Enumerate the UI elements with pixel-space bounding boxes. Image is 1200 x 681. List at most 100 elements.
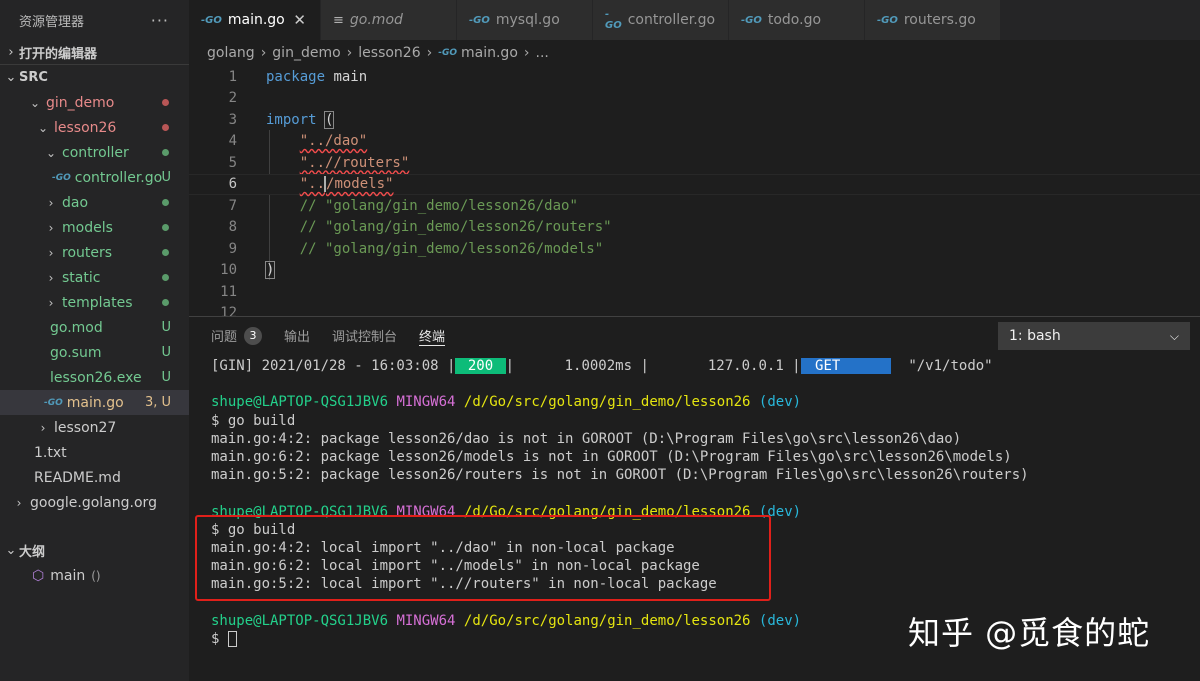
comment-models: // "golang/gin_demo/lesson26/models"	[299, 240, 604, 257]
git-status-dot	[162, 199, 169, 206]
go-file-icon: -GO	[201, 14, 222, 26]
keyword-package: package	[266, 68, 326, 85]
tree-item[interactable]: › models	[0, 215, 189, 240]
open-editors-section[interactable]: › 打开的编辑器	[0, 40, 189, 65]
tab-todo-go[interactable]: -GO todo.go	[729, 0, 865, 40]
prompt-env: MINGW64	[396, 612, 456, 629]
prompt-user: shupe@LAPTOP-QSG1JBV6	[211, 503, 389, 520]
keyword-import: import	[266, 111, 317, 128]
chevron-right-icon: ›	[48, 270, 54, 285]
tree-item[interactable]: › static	[0, 265, 189, 290]
tree-item[interactable]: -GO controller.go U	[0, 165, 189, 190]
code-editor[interactable]: 1 package main 2 3 import ( 4 "../dao" 5…	[189, 66, 1200, 316]
import-models-part1: "..	[299, 176, 326, 193]
go-file-icon: -GO	[469, 14, 490, 26]
tab-go-mod[interactable]: ≡ go.mod	[321, 0, 457, 40]
line-number: 8	[228, 219, 237, 236]
breadcrumb-item[interactable]: ...	[536, 45, 549, 61]
tab-main-go[interactable]: -GO main.go ✕	[189, 0, 321, 40]
close-icon[interactable]: ✕	[293, 11, 306, 29]
tab-debug-console-label: 调试控制台	[332, 330, 398, 345]
terminal-prompt-line: shupe@LAPTOP-QSG1JBV6 MINGW64 /d/Go/src/…	[211, 503, 1191, 521]
tree-item[interactable]: ⌄ controller	[0, 140, 189, 165]
cube-icon: ⬡	[32, 567, 45, 584]
terminal-select[interactable]: 1: bash ⌵	[998, 322, 1190, 350]
tab-label: mysql.go	[495, 12, 560, 28]
chevron-down-icon: ⌄	[29, 95, 41, 110]
explorer-header: 资源管理器 ···	[0, 0, 189, 40]
src-folder-label: SRC	[19, 70, 48, 85]
terminal-output[interactable]: [GIN] 2021/01/28 - 16:03:08 | 200 | 1.00…	[211, 357, 1191, 648]
chevron-right-icon: ›	[346, 45, 353, 61]
tab-debug-console[interactable]: 调试控制台	[332, 317, 397, 354]
tree-item-label: 1.txt	[34, 444, 67, 461]
outline-header[interactable]: ⌄ 大纲	[0, 538, 189, 563]
git-status-dot	[162, 224, 169, 231]
gin-method-get: GET	[800, 358, 892, 374]
tree-item[interactable]: lesson26.exe U	[0, 365, 189, 390]
git-status-badge: U	[161, 345, 171, 360]
src-folder-section[interactable]: ⌄ SRC	[0, 65, 189, 90]
tab-routers-go[interactable]: -GO routers.go	[865, 0, 1001, 40]
tab-label: go.mod	[349, 12, 403, 28]
tree-item-label: dao	[62, 194, 89, 211]
tree-item[interactable]: › google.golang.org	[0, 490, 189, 515]
code-line: 3 import (	[189, 109, 1200, 131]
git-status-dot	[162, 249, 169, 256]
terminal-error-line: main.go:5:2: local import "..//routers" …	[211, 576, 717, 593]
tab-controller-go[interactable]: -GO controller.go	[593, 0, 729, 40]
file-tree: ⌄ gin_demo ⌄ lesson26 ⌄ controller -GO controll…	[0, 90, 189, 515]
code-line: 8 // "golang/gin_demo/lesson26/routers"	[189, 217, 1200, 239]
tree-item[interactable]: go.sum U	[0, 340, 189, 365]
git-status-badge: U	[161, 170, 171, 185]
chevron-right-icon: ›	[48, 245, 54, 260]
go-file-icon: -GO	[438, 48, 457, 58]
outline-item-main[interactable]: ⬡ main ()	[0, 563, 189, 588]
breadcrumb-item[interactable]: gin_demo	[272, 45, 340, 61]
chevron-right-icon: ›	[16, 495, 22, 510]
terminal-command-line: $ go build	[211, 412, 296, 429]
editor-tab-bar: -GO main.go ✕ ≡ go.mod -GO mysql.go -GO controll…	[189, 0, 1200, 40]
tab-output[interactable]: 输出	[284, 317, 310, 354]
terminal-line: [GIN] 2021/01/28 - 16:03:08 | 200 | 1.00…	[211, 357, 1191, 375]
breadcrumb-item[interactable]: lesson26	[358, 45, 420, 61]
mod-file-icon: ≡	[333, 12, 344, 28]
explorer-title: 资源管理器	[19, 14, 85, 30]
chevron-right-icon: ›	[260, 45, 267, 61]
go-file-icon: -GO	[52, 172, 71, 183]
gin-log-path: "/v1/todo"	[891, 358, 993, 374]
tree-item[interactable]: › templates	[0, 290, 189, 315]
tree-item[interactable]: ⌄ lesson26	[0, 115, 189, 140]
outline-label: 大纲	[19, 545, 46, 560]
breadcrumb-item[interactable]: main.go	[461, 45, 518, 61]
go-file-icon: -GO	[44, 397, 63, 408]
breadcrumb-item[interactable]: golang	[207, 45, 255, 61]
current-code-line: 6 "../models"	[189, 173, 1200, 195]
tab-problems[interactable]: 问题 3	[211, 317, 263, 354]
line-number: 1	[228, 68, 237, 85]
tab-problems-label: 问题	[211, 330, 238, 345]
tab-label: controller.go	[627, 12, 716, 28]
tree-item[interactable]: go.mod U	[0, 315, 189, 340]
tree-item[interactable]: › routers	[0, 240, 189, 265]
git-status-badge: 3, U	[144, 395, 171, 410]
git-status-badge: U	[161, 320, 171, 335]
tab-output-label: 输出	[284, 330, 311, 345]
code-line: 12	[189, 303, 1200, 316]
tree-item[interactable]: README.md	[0, 465, 189, 490]
tree-item[interactable]: ⌄ gin_demo	[0, 90, 189, 115]
more-actions-icon[interactable]: ···	[151, 11, 169, 30]
tree-item[interactable]: -GO main.go 3, U	[0, 390, 189, 415]
line-number: 12	[220, 305, 237, 316]
import-dao: "../dao"	[299, 133, 368, 150]
tree-item[interactable]: › lesson27	[0, 415, 189, 440]
tab-terminal[interactable]: 终端	[419, 317, 446, 354]
gin-status-200: 200	[455, 358, 506, 374]
tree-item-label: controller.go	[74, 169, 163, 186]
line-number: 9	[228, 240, 237, 257]
gin-log-mid: | 1.0002ms | 127.0.0.1 |	[505, 358, 801, 374]
tab-mysql-go[interactable]: -GO mysql.go	[457, 0, 593, 40]
tree-item[interactable]: 1.txt	[0, 440, 189, 465]
line-number: 4	[228, 133, 237, 150]
tree-item[interactable]: › dao	[0, 190, 189, 215]
